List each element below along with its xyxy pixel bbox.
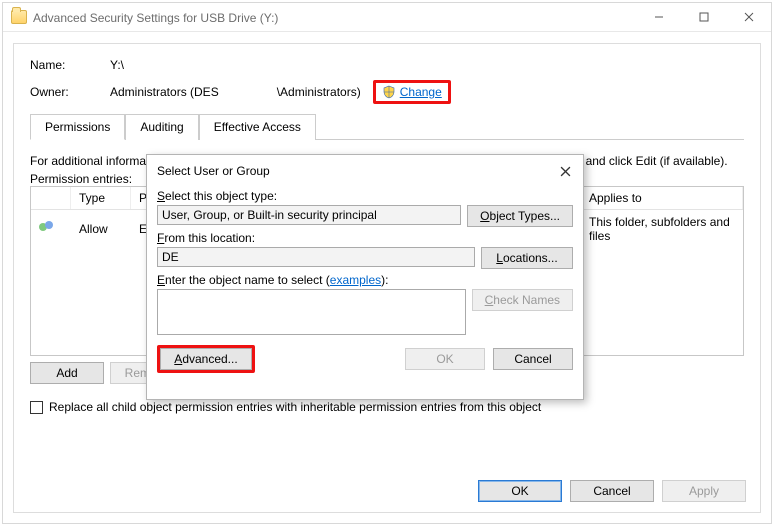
locations-button[interactable]: Locations...	[481, 247, 573, 269]
change-highlight: Change	[373, 80, 451, 104]
object-type-label: SSelect this object type:elect this obje…	[157, 189, 573, 203]
object-type-field[interactable]	[157, 205, 461, 225]
ok-button[interactable]: OK	[478, 480, 562, 502]
change-owner-link[interactable]: Change	[400, 85, 442, 99]
apply-button[interactable]: Apply	[662, 480, 746, 502]
dialog-title: Select User or Group	[157, 164, 270, 178]
name-value: Y:\	[110, 58, 124, 72]
location-field[interactable]	[157, 247, 475, 267]
owner-label: Owner:	[30, 85, 110, 99]
tab-permissions[interactable]: Permissions	[30, 114, 125, 140]
tab-auditing[interactable]: Auditing	[125, 114, 198, 140]
minimize-button[interactable]	[636, 3, 681, 31]
object-types-button[interactable]: Object Types...	[467, 205, 573, 227]
close-button[interactable]	[726, 3, 771, 31]
add-button[interactable]: Add	[30, 362, 104, 384]
examples-link[interactable]: examples	[330, 273, 381, 287]
replace-children-label: Replace all child object permission entr…	[49, 400, 541, 414]
cancel-button[interactable]: Cancel	[570, 480, 654, 502]
enter-name-label: Enter the object name to select (example…	[157, 273, 573, 287]
col-type[interactable]: Type	[71, 187, 131, 209]
object-name-input[interactable]	[157, 289, 466, 335]
shield-icon	[382, 85, 396, 99]
titlebar: Advanced Security Settings for USB Drive…	[3, 3, 771, 32]
folder-icon	[11, 10, 27, 24]
window-title: Advanced Security Settings for USB Drive…	[33, 10, 636, 25]
advanced-button[interactable]: Advanced...	[160, 348, 252, 370]
dialog-close-button[interactable]	[555, 161, 575, 181]
select-user-dialog: Select User or Group SSelect this object…	[146, 154, 584, 400]
location-label: From this location:	[157, 231, 573, 245]
replace-children-checkbox[interactable]	[30, 401, 43, 414]
users-icon	[39, 221, 55, 235]
owner-value: Administrators (DES\Administrators)	[110, 85, 361, 99]
tab-effective-access[interactable]: Effective Access	[199, 114, 316, 140]
dialog-ok-button[interactable]: OK	[405, 348, 485, 370]
tabs: Permissions Auditing Effective Access	[30, 114, 744, 140]
advanced-highlight: Advanced...	[157, 345, 255, 373]
col-applies[interactable]: Applies to	[581, 187, 743, 209]
dialog-cancel-button[interactable]: Cancel	[493, 348, 573, 370]
check-names-button[interactable]: Check Names	[472, 289, 573, 311]
maximize-button[interactable]	[681, 3, 726, 31]
name-label: Name:	[30, 58, 110, 72]
